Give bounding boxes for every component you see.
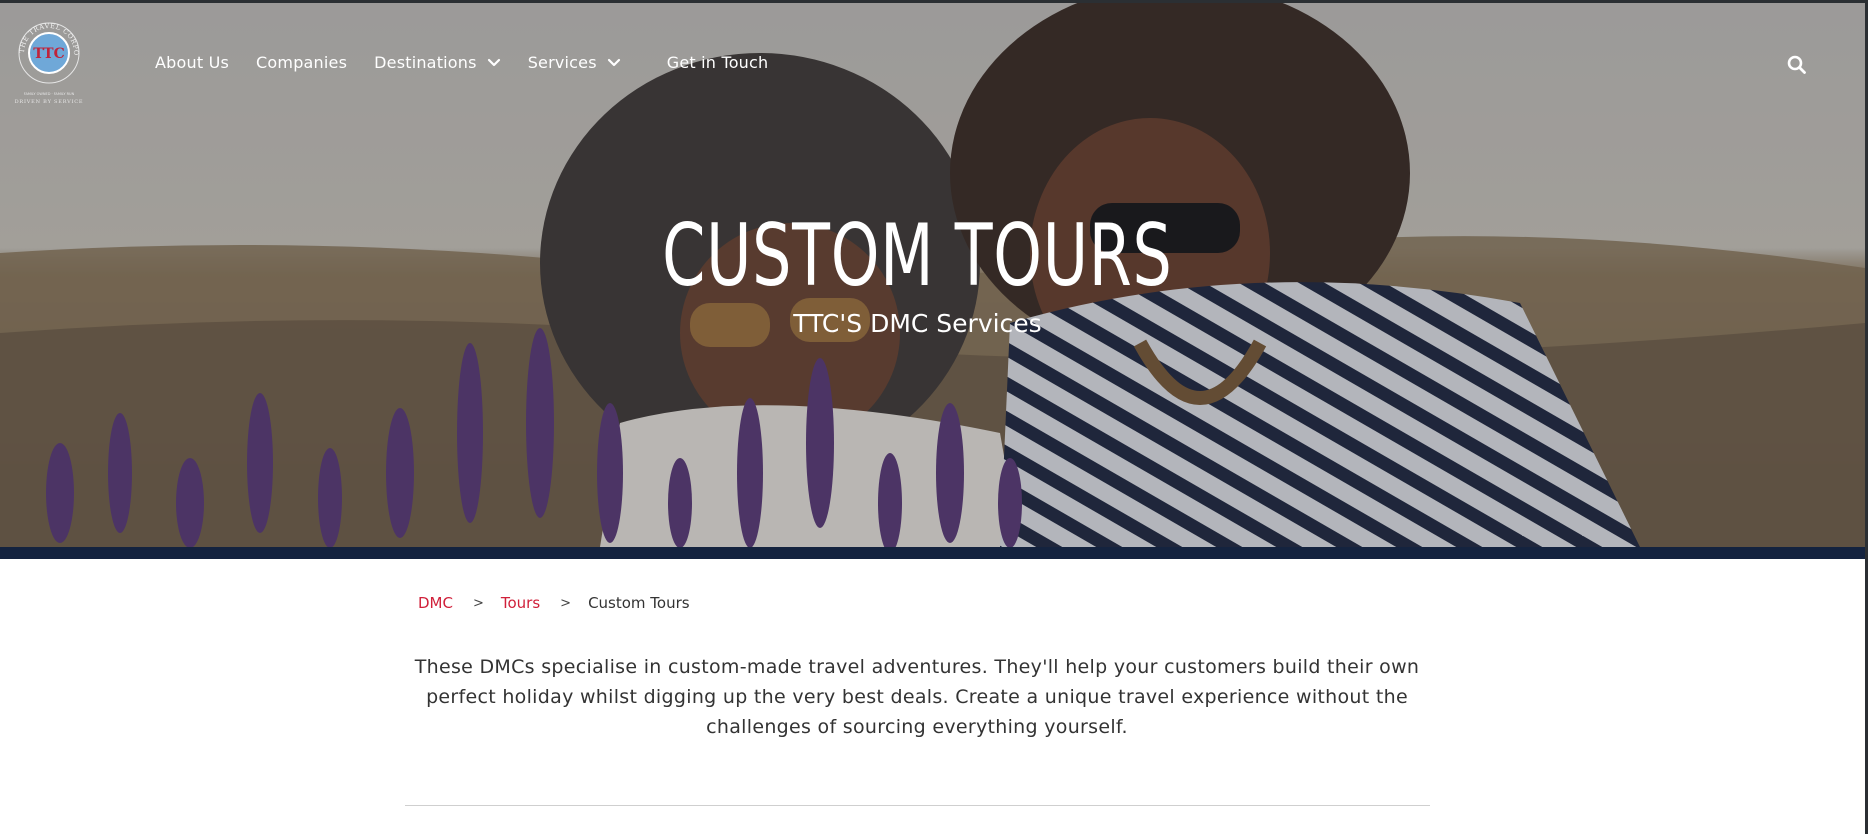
breadcrumb-link-dmc[interactable]: DMC <box>418 594 453 612</box>
nav-label-contact: Get in Touch <box>666 53 769 72</box>
section-divider <box>405 805 1430 806</box>
nav-item-contact[interactable]: Get in Touch <box>667 53 769 72</box>
ttc-logo[interactable]: TTC THE TRAVEL CORPORATION FAMILY OWNED … <box>10 17 88 109</box>
page-subtitle: TTC'S DMC Services <box>793 309 1042 338</box>
hero-banner: TTC THE TRAVEL CORPORATION FAMILY OWNED … <box>0 3 1865 547</box>
nav-item-services[interactable]: Services <box>528 53 621 72</box>
breadcrumb-separator: > <box>472 595 484 611</box>
logo-tagline-small: FAMILY OWNED · FAMILY RUN <box>24 92 75 96</box>
intro-text: These DMCs specialise in custom-made tra… <box>414 656 1420 738</box>
breadcrumb-link-tours[interactable]: Tours <box>501 594 540 612</box>
nav-item-companies[interactable]: Companies <box>256 53 347 72</box>
nav-label-about: About Us <box>155 53 230 72</box>
hero-bottom-band <box>0 547 1865 559</box>
breadcrumb: DMC > Tours > Custom Tours <box>418 594 690 612</box>
nav-label-destinations: Destinations <box>374 53 477 72</box>
nav-label-companies: Companies <box>256 53 348 72</box>
breadcrumb-separator: > <box>560 595 572 611</box>
nav-item-destinations[interactable]: Destinations <box>374 53 501 72</box>
nav-label-services: Services <box>527 53 597 72</box>
chevron-down-icon <box>607 58 620 66</box>
page-title: CUSTOM TOURS <box>662 206 1173 306</box>
logo-initials: TTC <box>33 46 64 62</box>
breadcrumb-current: Custom Tours <box>588 594 690 612</box>
logo-tagline: DRIVEN BY SERVICE <box>15 99 84 105</box>
nav-item-about[interactable]: About Us <box>155 53 229 72</box>
main-nav: About Us Companies Destinations Services… <box>155 53 768 72</box>
chevron-down-icon <box>487 58 500 66</box>
search-icon[interactable] <box>1787 55 1807 75</box>
